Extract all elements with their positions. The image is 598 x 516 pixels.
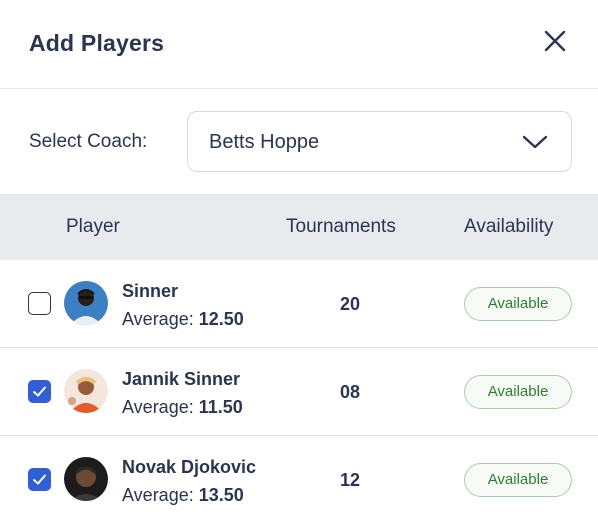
row-checkbox[interactable] [28,380,51,403]
availability-badge: Available [464,463,572,497]
average-value: 13.50 [198,485,244,505]
player-name: Jannik Sinner [122,369,241,389]
table-header: Player Tournaments Availability [0,194,598,260]
avatar [64,457,108,501]
column-header-player: Player [66,216,120,237]
average-value: 12.50 [198,309,244,329]
tournaments-count: 12 [339,470,361,490]
tournaments-count: 08 [339,382,361,402]
average-value: 11.50 [198,397,243,417]
player-average: Average: 11.50 [122,397,243,418]
average-label: Average: [122,485,194,505]
average-label: Average: [122,309,194,329]
select-coach-label: Select Coach: [29,131,148,152]
average-label: Average: [122,397,194,417]
chevron-down-icon [521,131,549,153]
availability-badge: Available [464,375,572,409]
coach-select-value: Betts Hoppe [209,131,320,153]
coach-select[interactable]: Betts Hoppe [187,111,572,172]
close-icon [544,30,566,52]
avatar [64,369,108,413]
row-checkbox[interactable] [28,292,51,315]
table-row[interactable]: Novak Djokovic Average: 13.50 12 Availab… [0,436,598,516]
row-checkbox[interactable] [28,468,51,491]
dialog-title: Add Players [29,30,165,56]
close-button[interactable] [540,26,570,56]
table-row[interactable]: Sinner Average: 12.50 20 Available [0,260,598,348]
checkmark-icon [33,474,46,485]
player-average: Average: 12.50 [122,309,244,330]
column-header-tournaments: Tournaments [286,216,396,237]
availability-badge: Available [464,287,572,321]
player-name: Novak Djokovic [122,457,257,477]
column-header-availability: Availability [464,216,554,237]
table-row[interactable]: Jannik Sinner Average: 11.50 08 Availabl… [0,348,598,436]
tournaments-count: 20 [339,294,361,314]
checkmark-icon [33,386,46,397]
player-average: Average: 13.50 [122,485,244,506]
dialog-header: Add Players [0,0,598,89]
avatar [64,281,108,325]
player-name: Sinner [122,281,179,301]
